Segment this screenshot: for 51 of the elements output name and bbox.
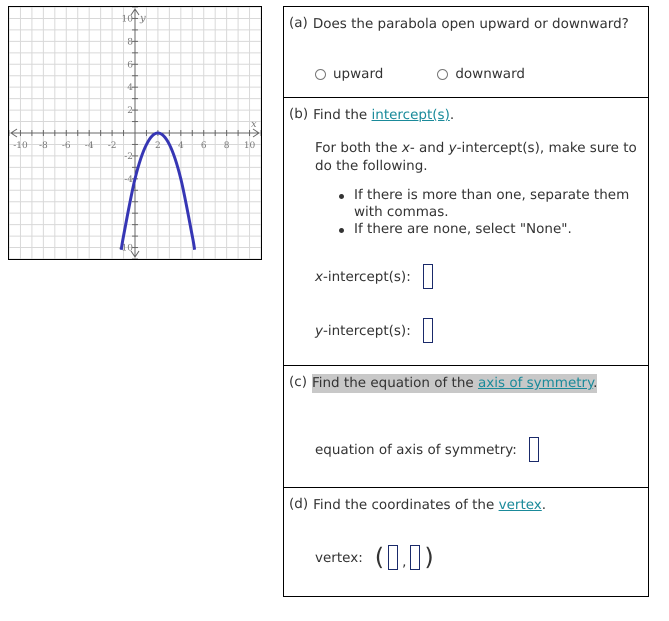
part-label: (c) [289, 374, 307, 392]
glossary-link[interactable]: vertex [498, 497, 542, 513]
tick-label: 2 [127, 106, 133, 116]
tick-label: -4 [84, 141, 94, 151]
tick-label: -10 [13, 141, 28, 151]
option-label: downward [455, 66, 525, 82]
part-label: (d) [289, 496, 308, 514]
tick-label: 8 [127, 37, 133, 48]
tick-label: -8 [38, 141, 48, 151]
tick-label: 8 [224, 141, 230, 151]
glossary-link[interactable]: axis of symmetry [478, 375, 594, 391]
bullet-text: If there are none, select "None". [354, 221, 572, 238]
field-label: equation of axis of symmetry: [315, 442, 517, 458]
field-label: y-intercept(s): [315, 322, 411, 338]
tick-label: 10 [244, 141, 256, 151]
instruction-text: For both the x- and y-intercept(s), make sure to do the following. [315, 139, 638, 175]
answer-box[interactable] [410, 545, 420, 570]
axis-label: y [140, 13, 146, 24]
parenthesis: ) [424, 545, 434, 570]
answer-box[interactable] [388, 545, 398, 570]
parenthesis: ( [374, 545, 384, 570]
tick-label: 4 [178, 141, 184, 151]
bullet-icon [339, 228, 344, 233]
tick-label: 4 [127, 83, 133, 94]
tick-label: -4 [124, 174, 133, 185]
field-label: vertex: [315, 550, 363, 566]
comma: , [402, 554, 406, 570]
radio-button[interactable] [315, 68, 326, 80]
answer-box[interactable] [422, 264, 433, 289]
part-label: (a) [289, 15, 308, 33]
tick-label: 6 [127, 60, 133, 70]
bullet-text: If there is more than one, separate them with commas. [354, 187, 630, 221]
answer-box[interactable] [528, 437, 539, 462]
tick-label: 6 [200, 141, 207, 151]
tick-label: -2 [108, 141, 116, 151]
answer-box[interactable] [422, 318, 433, 343]
tick-label: -6 [62, 141, 71, 151]
tick-label: -2 [124, 152, 133, 162]
question-text: Find the intercept(s). [313, 106, 454, 125]
question-text: Find the coordinates of the vertex. [313, 496, 546, 515]
tick-label: 10 [122, 14, 133, 24]
option-label: upward [333, 66, 384, 82]
bullet-icon [339, 194, 344, 199]
question-text: Find the equation of the axis of symmetry. [312, 374, 598, 393]
radio-button[interactable] [437, 68, 448, 80]
part-label: (b) [289, 106, 308, 124]
glossary-link[interactable]: intercept(s) [372, 107, 450, 123]
tick-label: 2 [155, 141, 161, 151]
field-label: x-intercept(s): [315, 268, 411, 284]
axis-label: x [251, 119, 257, 130]
question-text: Does the parabola open upward or downward? [312, 15, 629, 34]
